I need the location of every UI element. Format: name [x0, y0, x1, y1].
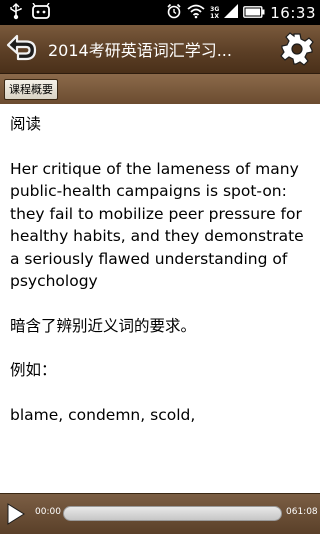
status-bar: 3G 1X 16:33: [0, 0, 320, 25]
tab-course-overview[interactable]: 课程概要: [4, 79, 58, 100]
alarm-icon: [166, 3, 182, 23]
network-top-label: 3G: [210, 5, 220, 13]
content-body-text: Her critique of the lameness of many pub…: [10, 159, 304, 291]
status-left: [8, 2, 50, 25]
network-bottom-label: 1X: [210, 12, 219, 20]
play-button[interactable]: [6, 503, 26, 525]
signal-icon: [224, 3, 239, 22]
lesson-content: 阅读 Her critique of the lameness of many …: [10, 104, 314, 494]
notification-icon: [32, 2, 50, 25]
current-time: 00:00: [35, 507, 61, 517]
network-type-label: 3G 1X: [210, 6, 219, 20]
content-example-label: 例如：: [10, 361, 57, 379]
usb-icon: [8, 3, 24, 25]
audio-player-bar: 00:00 061:08: [0, 493, 320, 534]
wifi-icon: [187, 3, 205, 23]
content-heading: 阅读: [10, 115, 42, 133]
gear-icon: [280, 32, 314, 70]
seek-bar[interactable]: [63, 506, 282, 521]
content-note: 暗含了辨别近义词的要求。: [10, 316, 197, 335]
content-word-list: blame, condemn, scold,: [10, 405, 196, 424]
total-time: 061:08: [286, 507, 318, 517]
battery-icon: [243, 3, 265, 22]
status-right: 3G 1X 16:33: [166, 0, 316, 25]
clock-time: 16:33: [270, 3, 316, 22]
app-title: 2014考研英语词汇学习...: [48, 41, 232, 60]
app-title-bar: 2014考研英语词汇学习...: [0, 25, 320, 74]
back-button[interactable]: [2, 31, 40, 67]
tab-strip: 课程概要: [0, 74, 320, 104]
back-arrow-icon: [2, 34, 40, 71]
settings-button[interactable]: [280, 32, 314, 66]
play-icon: [6, 503, 26, 529]
